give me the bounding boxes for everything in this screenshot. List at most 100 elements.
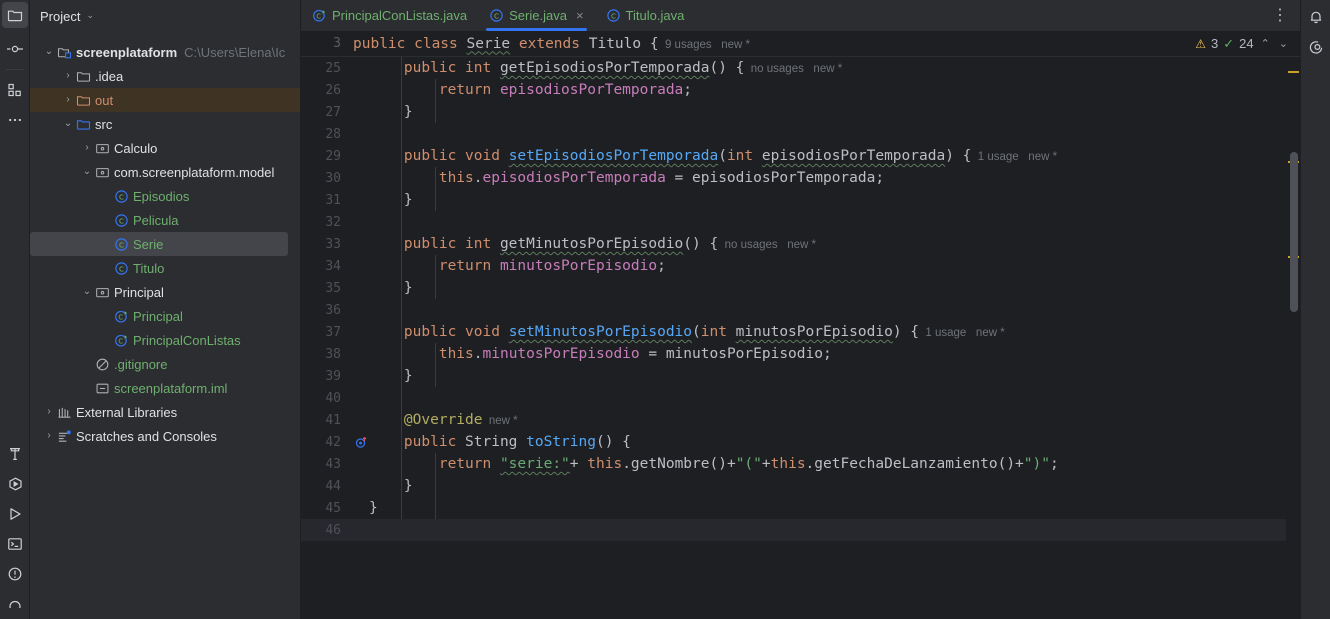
chevron-right-icon[interactable]: › xyxy=(61,71,75,81)
code-lines[interactable]: 25 public int getEpisodiosPorTemporada()… xyxy=(301,57,1300,541)
tree-node-pelicula[interactable]: ›CPelicula xyxy=(30,208,300,232)
code-line[interactable]: 41 @Override new * xyxy=(301,409,1300,431)
scrollbar-thumb[interactable] xyxy=(1290,152,1298,312)
tree-node--idea[interactable]: › .idea xyxy=(30,64,300,88)
tree-node-episodios[interactable]: ›CEpisodios xyxy=(30,184,300,208)
editor-options-kebab-icon[interactable]: ⋮ xyxy=(1272,7,1288,24)
close-icon[interactable]: × xyxy=(576,8,584,23)
code-line[interactable]: 26 return episodiosPorTemporada; xyxy=(301,79,1300,101)
build-icon[interactable] xyxy=(0,439,30,469)
tree-node-principal[interactable]: ›CPrincipal xyxy=(30,304,300,328)
chevron-right-icon[interactable]: › xyxy=(80,143,94,153)
tree-node-calculo[interactable]: › Calculo xyxy=(30,136,300,160)
tree-node--gitignore[interactable]: ›.gitignore xyxy=(30,352,300,376)
code-line[interactable]: 39 } xyxy=(301,365,1300,387)
inlay-hint[interactable]: no usages xyxy=(744,63,807,75)
tree-node-serie[interactable]: ›CSerie xyxy=(30,232,288,256)
code-line[interactable]: 25 public int getEpisodiosPorTemporada()… xyxy=(301,57,1300,79)
tree-node-com-screenplataform-model[interactable]: ⌄ com.screenplataform.model xyxy=(30,160,300,184)
editor-tab-principalconlistas-java[interactable]: C PrincipalConListas.java xyxy=(301,0,478,31)
line-number[interactable]: 31 xyxy=(301,193,353,208)
line-number[interactable]: 34 xyxy=(301,259,353,274)
chevron-down-icon[interactable]: ⌄ xyxy=(80,287,94,297)
line-number[interactable]: 39 xyxy=(301,369,353,384)
line-number[interactable]: 46 xyxy=(301,523,353,538)
code-line[interactable]: 36 xyxy=(301,299,1300,321)
line-number[interactable]: 38 xyxy=(301,347,353,362)
chevron-right-icon[interactable]: › xyxy=(42,407,56,417)
code-line[interactable]: 37 public void setMinutosPorEpisodio(int… xyxy=(301,321,1300,343)
line-number[interactable]: 36 xyxy=(301,303,353,318)
code-line[interactable]: 35 } xyxy=(301,277,1300,299)
line-number[interactable]: 43 xyxy=(301,457,353,472)
tree-node-src[interactable]: ⌄ src xyxy=(30,112,300,136)
line-number[interactable]: 33 xyxy=(301,237,353,252)
line-number[interactable]: 27 xyxy=(301,105,353,120)
editor-scrollbar[interactable] xyxy=(1286,57,1300,619)
code-line[interactable]: 31 } xyxy=(301,189,1300,211)
code-line[interactable]: 44 } xyxy=(301,475,1300,497)
code-line[interactable]: 45} xyxy=(301,497,1300,519)
structure-tool-window-icon[interactable] xyxy=(0,75,30,105)
inlay-hint[interactable]: new * xyxy=(970,327,1008,339)
inlay-hint[interactable]: new * xyxy=(483,415,521,427)
sticky-header-code[interactable]: public class Serie extends Titulo { 9 us… xyxy=(353,36,753,52)
code-line[interactable]: 28 xyxy=(301,123,1300,145)
line-number[interactable]: 42 xyxy=(301,435,353,450)
override-method-icon[interactable] xyxy=(353,434,367,450)
line-number[interactable]: 40 xyxy=(301,391,353,406)
code-line[interactable]: 46 xyxy=(301,519,1300,541)
next-problem-icon[interactable]: ⌄ xyxy=(1277,37,1290,50)
line-number[interactable]: 41 xyxy=(301,413,353,428)
code-line[interactable]: 40 xyxy=(301,387,1300,409)
line-number[interactable]: 25 xyxy=(301,61,353,76)
inlay-hint[interactable]: new * xyxy=(715,39,753,51)
code-line[interactable]: 29 public void setEpisodiosPorTemporada(… xyxy=(301,145,1300,167)
inlay-hint[interactable]: 9 usages xyxy=(659,39,715,51)
project-panel-header[interactable]: Project ⌄ xyxy=(30,0,300,32)
line-number[interactable]: 37 xyxy=(301,325,353,340)
chevron-right-icon[interactable]: › xyxy=(61,95,75,105)
line-number[interactable]: 30 xyxy=(301,171,353,186)
inlay-hint[interactable]: new * xyxy=(1022,151,1060,163)
notifications-icon[interactable] xyxy=(1301,2,1330,32)
project-tool-window-icon[interactable] xyxy=(1,2,28,28)
tree-node-screenplataform[interactable]: ⌄ screenplataform C:\Users\Elena\Ic xyxy=(30,40,300,64)
code-viewport[interactable]: 25 public int getEpisodiosPorTemporada()… xyxy=(301,57,1300,619)
run-with-coverage-icon[interactable] xyxy=(0,469,30,499)
line-number[interactable]: 45 xyxy=(301,501,353,516)
code-line[interactable]: 32 xyxy=(301,211,1300,233)
terminal-icon[interactable] xyxy=(0,529,30,559)
tree-node-titulo[interactable]: ›CTitulo xyxy=(30,256,300,280)
chevron-down-icon[interactable]: ⌄ xyxy=(86,10,94,21)
line-number[interactable]: 44 xyxy=(301,479,353,494)
inlay-hint[interactable]: 1 usage xyxy=(971,151,1022,163)
chevron-down-icon[interactable]: ⌄ xyxy=(42,47,56,57)
inlay-hint[interactable]: no usages xyxy=(718,239,781,251)
code-line[interactable]: 42 public String toString() { xyxy=(301,431,1300,453)
tree-node-principalconlistas[interactable]: ›CPrincipalConListas xyxy=(30,328,300,352)
chevron-down-icon[interactable]: ⌄ xyxy=(80,167,94,177)
inlay-hint[interactable]: 1 usage xyxy=(919,327,970,339)
line-number[interactable]: 29 xyxy=(301,149,353,164)
line-number[interactable]: 28 xyxy=(301,127,353,142)
project-tree[interactable]: ⌄ screenplataform C:\Users\Elena\Ic › .idea ›… xyxy=(30,32,300,448)
code-line[interactable]: 38 this.minutosPorEpisodio = minutosPorE… xyxy=(301,343,1300,365)
inspection-widget[interactable]: ⚠ 3 ✓ 24 ⌃ ⌄ xyxy=(1195,36,1300,52)
run-icon[interactable] xyxy=(0,499,30,529)
tree-node-principal[interactable]: ⌄ Principal xyxy=(30,280,300,304)
line-number[interactable]: 32 xyxy=(301,215,353,230)
editor-tab-serie-java[interactable]: C Serie.java × xyxy=(478,0,594,31)
chevron-down-icon[interactable]: ⌄ xyxy=(61,119,75,129)
settings-partial-icon[interactable] xyxy=(0,589,30,619)
line-number[interactable]: 26 xyxy=(301,83,353,98)
tree-node-out[interactable]: › out xyxy=(30,88,300,112)
chevron-right-icon[interactable]: › xyxy=(42,431,56,441)
code-line[interactable]: 43 return "serie:"+ this.getNombre()+"("… xyxy=(301,453,1300,475)
editor-tab-titulo-java[interactable]: C Titulo.java xyxy=(595,0,696,31)
scrollbar-warning-marker[interactable] xyxy=(1288,71,1299,73)
tree-node-screenplataform-iml[interactable]: ›screenplataform.iml xyxy=(30,376,300,400)
tree-node-external-libraries[interactable]: › External Libraries xyxy=(30,400,300,424)
code-line[interactable]: 34 return minutosPorEpisodio; xyxy=(301,255,1300,277)
ai-assistant-icon[interactable] xyxy=(1301,32,1330,62)
